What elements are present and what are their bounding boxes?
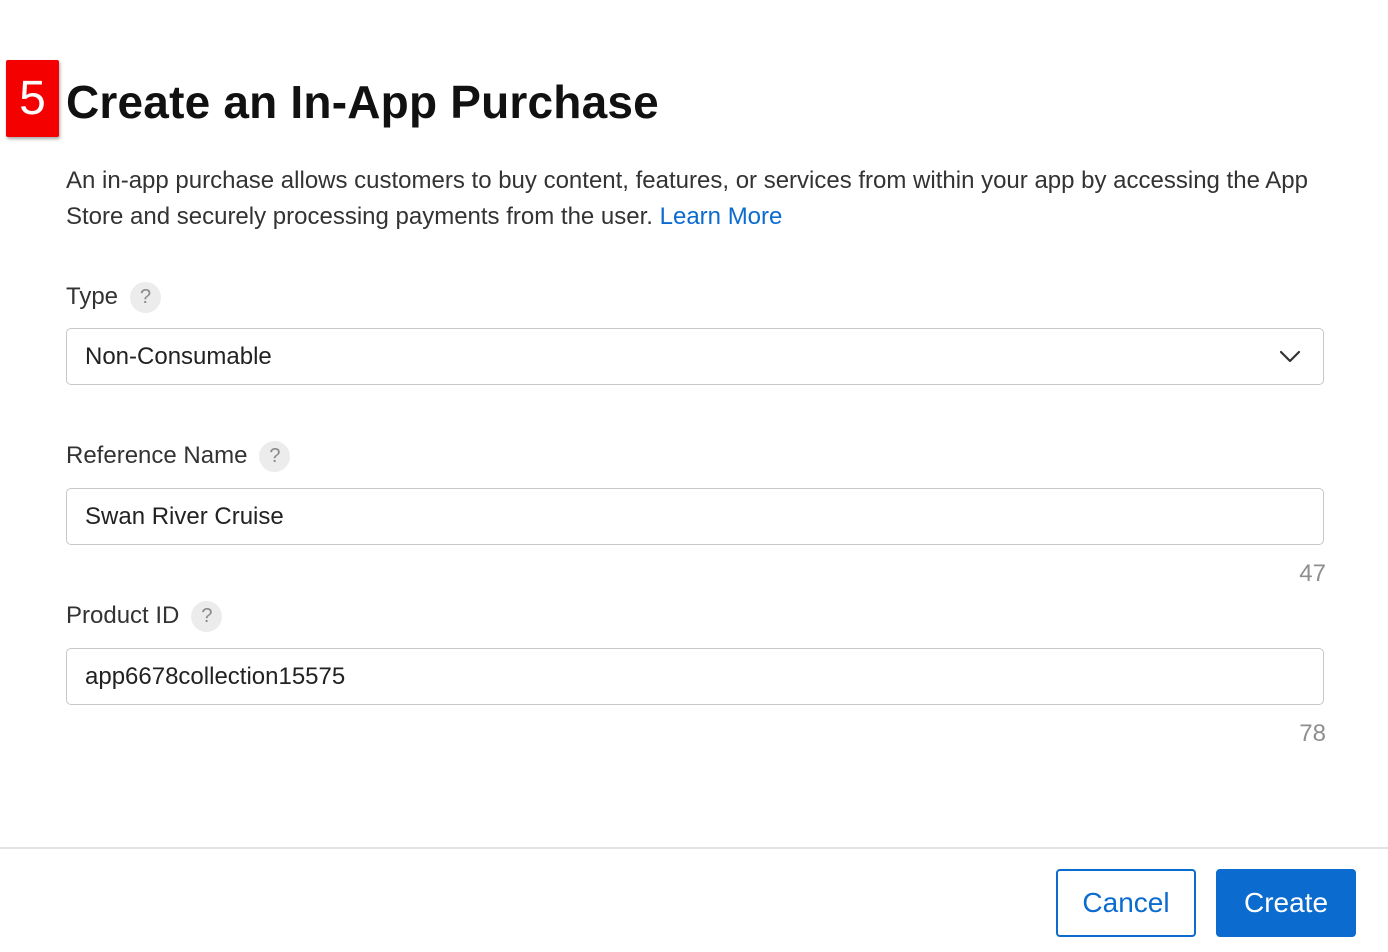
reference-name-value: Swan River Cruise: [85, 502, 284, 530]
type-help-icon[interactable]: ?: [130, 281, 162, 313]
dialog-description: An in-app purchase allows customers to b…: [66, 163, 1316, 235]
reference-name-input[interactable]: Swan River Cruise: [66, 488, 1324, 545]
type-select[interactable]: Non-Consumable: [66, 328, 1324, 385]
cancel-button[interactable]: Cancel: [1056, 869, 1196, 937]
create-iap-dialog: 5 Create an In-App Purchase An in-app pu…: [0, 0, 1388, 952]
learn-more-link[interactable]: Learn More: [660, 203, 783, 230]
create-button[interactable]: Create: [1216, 869, 1356, 937]
reference-name-help-icon[interactable]: ?: [259, 440, 291, 472]
product-id-value: app6678collection15575: [85, 662, 346, 690]
chevron-down-icon: [1279, 350, 1301, 362]
type-label: Type: [66, 283, 119, 310]
product-id-label-row: Product ID ?: [66, 598, 223, 634]
footer-divider: [0, 847, 1388, 849]
reference-name-label-row: Reference Name ?: [66, 438, 291, 474]
reference-name-char-counter: 47: [1299, 560, 1326, 587]
type-select-value: Non-Consumable: [85, 342, 272, 370]
product-id-label: Product ID: [66, 602, 180, 629]
type-label-row: Type ?: [66, 279, 162, 315]
step-number-badge: 5: [6, 60, 59, 137]
product-id-char-counter: 78: [1299, 720, 1326, 747]
dialog-title: Create an In-App Purchase: [66, 76, 659, 128]
product-id-help-icon[interactable]: ?: [191, 600, 223, 632]
reference-name-label: Reference Name: [66, 442, 248, 469]
product-id-input[interactable]: app6678collection15575: [66, 648, 1324, 705]
